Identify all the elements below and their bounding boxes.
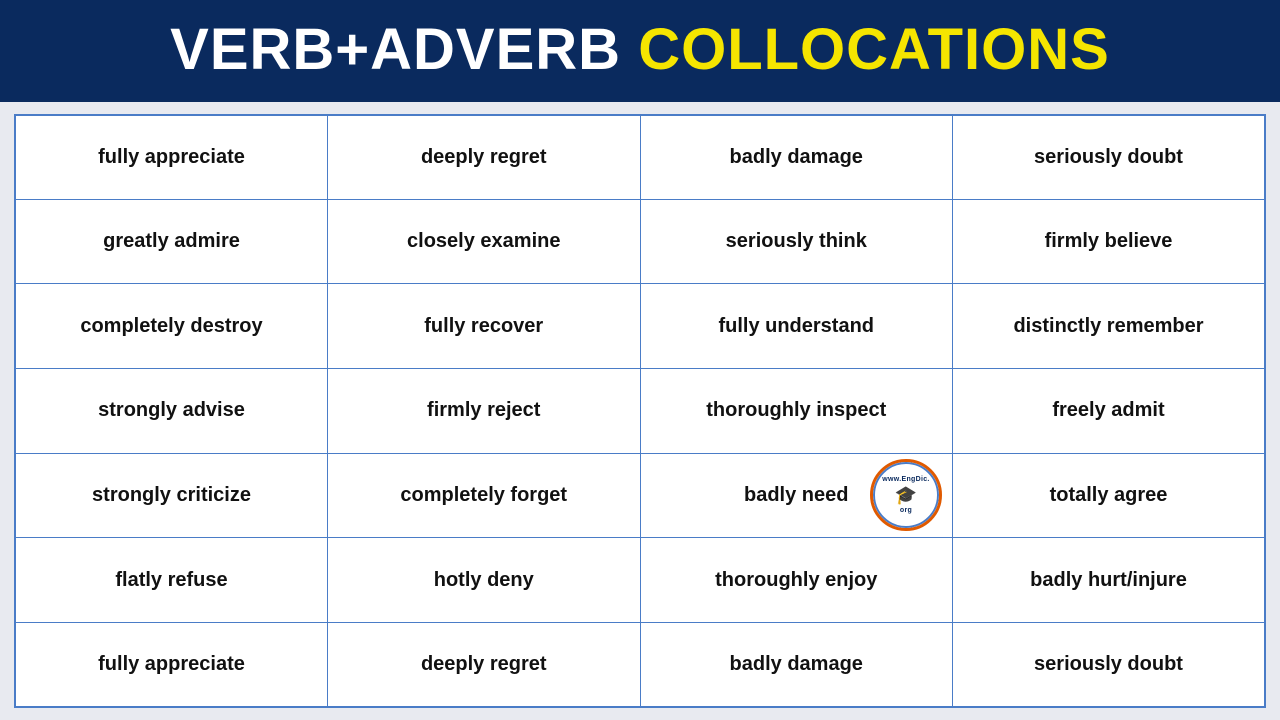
table-cell: fully recover [328, 284, 641, 369]
header-section: VERB+ADVERB COLLOCATIONS [0, 0, 1280, 102]
table-cell: flatly refuse [15, 538, 328, 623]
table-cell: deeply regret [328, 115, 641, 200]
table-cell: freely admit [953, 369, 1266, 454]
table-cell: badly damage [640, 115, 953, 200]
title: VERB+ADVERB COLLOCATIONS [30, 18, 1250, 82]
table-cell: distinctly remember [953, 284, 1266, 369]
table-cell: seriously think [640, 199, 953, 284]
table-cell: fully appreciate [15, 115, 328, 200]
table-cell: deeply regret [328, 622, 641, 707]
table-cell: badly damage [640, 622, 953, 707]
page-container: VERB+ADVERB COLLOCATIONS fully appreciat… [0, 0, 1280, 720]
table-cell: badly hurt/injure [953, 538, 1266, 623]
table-cell: completely destroy [15, 284, 328, 369]
table-cell: hotly deny [328, 538, 641, 623]
table-cell: seriously doubt [953, 622, 1266, 707]
table-cell: thoroughly enjoy [640, 538, 953, 623]
table-cell: strongly advise [15, 369, 328, 454]
table-cell: seriously doubt [953, 115, 1266, 200]
table-cell: totally agree [953, 453, 1266, 538]
table-cell: thoroughly inspect [640, 369, 953, 454]
table-cell: fully appreciate [15, 622, 328, 707]
table-cell: badly needwww.EngDic.🎓org [640, 453, 953, 538]
table-cell: firmly believe [953, 199, 1266, 284]
table-cell: strongly criticize [15, 453, 328, 538]
table-cell: fully understand [640, 284, 953, 369]
table-cell: completely forget [328, 453, 641, 538]
table-cell: firmly reject [328, 369, 641, 454]
collocations-table: fully appreciatedeeply regretbadly damag… [14, 114, 1266, 708]
title-suffix: COLLOCATIONS [638, 17, 1110, 82]
table-cell: greatly admire [15, 199, 328, 284]
table-cell: closely examine [328, 199, 641, 284]
table-wrapper: fully appreciatedeeply regretbadly damag… [0, 102, 1280, 720]
engdic-logo: www.EngDic.🎓org [870, 459, 942, 531]
title-prefix: VERB+ADVERB [170, 17, 638, 82]
